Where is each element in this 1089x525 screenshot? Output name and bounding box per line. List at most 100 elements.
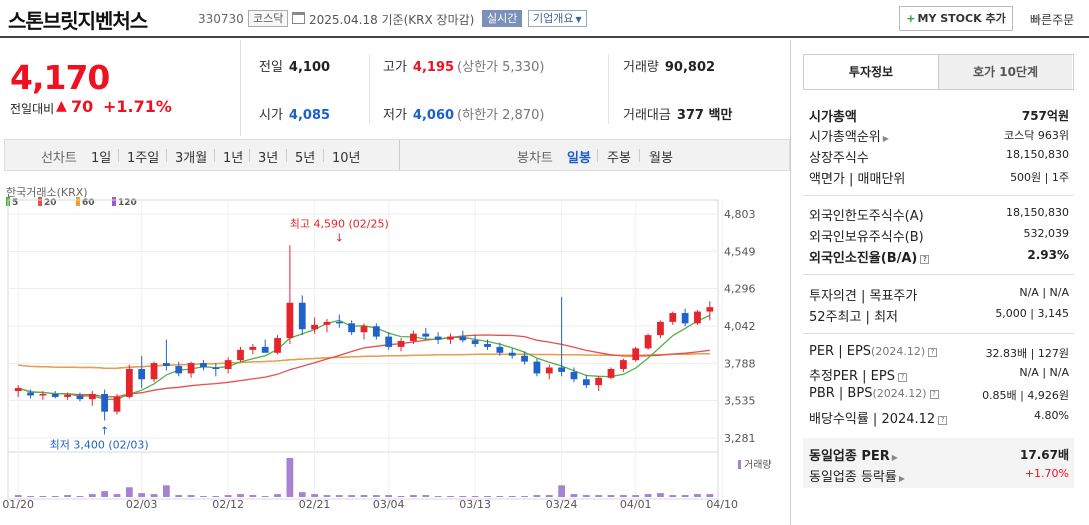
volume-bar <box>619 495 627 497</box>
industry-per-row[interactable]: 동일업종 PER ▶ 17.67배 <box>809 443 1069 464</box>
candle-body <box>570 371 578 380</box>
x-tick-label: 03/04 <box>373 498 405 511</box>
volume-bar <box>249 495 257 497</box>
tab-1year[interactable]: 1년 <box>223 147 243 166</box>
y-tick-label: 3,281 <box>724 432 756 445</box>
reference-date: 2025.04.18 기준(KRX 장마감) <box>309 13 475 27</box>
chart-tab-bar: 선차트 1일 1주일 3개월 1년 3년 5년 10년 봉차트 일봉 주봉 월봉 <box>4 139 790 171</box>
add-mystock-button[interactable]: + MY STOCK 추가 <box>899 6 1013 31</box>
foreign-limit-value: 18,150,830 <box>1006 206 1069 219</box>
tab-1week[interactable]: 1주일 <box>127 147 159 166</box>
est-per-row[interactable]: 추정PER | EPS? N/A | N/A <box>809 363 1069 384</box>
help-icon[interactable]: ? <box>928 348 938 357</box>
tab-divider <box>639 149 640 162</box>
quote-prev-close: 전일 4,100 <box>259 56 330 75</box>
candle-body <box>447 336 454 340</box>
est-per-value: N/A | N/A <box>1019 366 1069 379</box>
volume-bar <box>706 494 714 497</box>
candle-body <box>422 333 430 337</box>
volume-bar <box>360 495 368 497</box>
candle-body <box>298 302 306 330</box>
foreign-limit-row: 외국인한도주식수(A) 18,150,830 <box>809 203 1069 224</box>
foreign-ratio-value: 2.93% <box>1027 248 1069 262</box>
candle-body <box>496 346 504 353</box>
foreign-hold-row: 외국인보유주식수(B) 532,039 <box>809 224 1069 245</box>
tab-3year[interactable]: 3년 <box>258 147 278 166</box>
tab-weekly[interactable]: 주봉 <box>607 147 631 166</box>
candle-body <box>224 360 232 369</box>
foreign-ratio-row[interactable]: 외국인소진율(B/A)? 2.93% <box>809 245 1069 266</box>
candle-body <box>14 388 22 392</box>
x-tick-label: 02/12 <box>212 498 244 511</box>
shares-row: 상장주식수 18,150,830 <box>809 145 1069 166</box>
volume-bar <box>175 495 183 497</box>
candle-body <box>138 368 146 380</box>
volume-bar <box>422 495 430 497</box>
tab-invest-info[interactable]: 투자정보 <box>804 55 938 89</box>
per-value: 32.83배 | 127원 <box>985 347 1069 360</box>
volume-bar <box>51 496 59 497</box>
info-tabs: 투자정보 호가 10단계 <box>803 54 1074 90</box>
x-tick-label: 04/10 <box>706 498 738 511</box>
candle-body <box>644 335 652 349</box>
candle-body <box>162 363 170 367</box>
per-row[interactable]: PER | EPS(2024.12)? 32.83배 | 127원 <box>809 342 1069 362</box>
industry-change-row[interactable]: 동일업종 등락률 ▶ +1.70% <box>809 464 1069 485</box>
price-box: 4,170 전일대비 ▲ 70 +1.71% <box>0 40 240 136</box>
market-cap-rank-label: 시가총액순위 ▶ <box>809 126 889 145</box>
realtime-button[interactable]: 실시간 <box>482 10 523 27</box>
volume-bar <box>298 492 306 497</box>
volume-bar <box>76 496 84 497</box>
volume-bar <box>125 487 133 497</box>
volume-bar <box>644 494 652 497</box>
help-icon[interactable]: ? <box>938 416 948 425</box>
tab-10year[interactable]: 10년 <box>332 147 361 166</box>
tab-divider <box>597 149 598 162</box>
tab-3month[interactable]: 3개월 <box>175 147 207 166</box>
volume-bar <box>212 496 220 497</box>
volume-bar <box>607 495 615 497</box>
volume-bar <box>348 495 356 497</box>
pbr-period: (2024.12) <box>872 387 927 400</box>
candle-body <box>582 379 590 386</box>
market-cap-rank-row[interactable]: 시가총액순위 ▶ 코스닥 963위 <box>809 124 1069 145</box>
candle-body <box>101 393 109 412</box>
candle-body <box>706 307 714 312</box>
candle-body <box>681 313 689 324</box>
tab-divider <box>166 149 167 162</box>
candle-body <box>274 338 281 353</box>
pbr-row[interactable]: PBR | BPS(2024.12)? 0.85배 | 4,926원 <box>809 384 1069 404</box>
volume-bar <box>261 496 269 497</box>
volume-bar <box>39 496 47 497</box>
tab-monthly[interactable]: 월봉 <box>649 147 673 166</box>
opinion-row: 투자의견 | 목표주가 N/A | N/A <box>809 283 1069 304</box>
volume-bar <box>669 495 677 497</box>
volume-bar <box>434 496 442 497</box>
candle-body <box>237 349 244 361</box>
line-chart-label: 선차트 <box>41 151 77 166</box>
candle-body <box>39 393 47 396</box>
tab-1day[interactable]: 1일 <box>91 147 111 166</box>
help-icon[interactable]: ? <box>897 373 907 382</box>
tab-5year[interactable]: 5년 <box>295 147 315 166</box>
candle-body <box>595 377 603 386</box>
volume-bar <box>521 496 528 497</box>
volume-bar <box>694 494 701 497</box>
candle-body <box>311 324 318 330</box>
max-price-annotation: 최고 4,590 (02/25) <box>290 217 389 230</box>
dividend-row[interactable]: 배당수익률 | 2024.12? 4.80% <box>809 406 1069 427</box>
amount-label: 거래대금 <box>623 108 671 123</box>
x-tick-label: 04/01 <box>620 498 652 511</box>
tab-orderbook[interactable]: 호가 10단계 <box>938 55 1072 89</box>
candlestick-chart[interactable]: 4,803 4,549 4,296 4,042 3,788 3,535 3,281 01/20… <box>0 182 790 525</box>
tab-daily[interactable]: 일봉 <box>567 147 591 166</box>
help-icon[interactable]: ? <box>929 390 939 399</box>
help-icon[interactable]: ? <box>920 255 930 264</box>
volume-bar <box>397 496 405 497</box>
foreign-ratio-label: 외국인소진율(B/A)? <box>809 247 930 266</box>
volume-bar <box>224 495 232 497</box>
quick-order-link[interactable]: 빠른주문 <box>1030 11 1074 28</box>
company-info-dropdown[interactable]: 기업개요 ▼ <box>528 10 587 27</box>
calendar-icon <box>292 12 305 24</box>
y-tick-label: 4,803 <box>724 208 756 221</box>
